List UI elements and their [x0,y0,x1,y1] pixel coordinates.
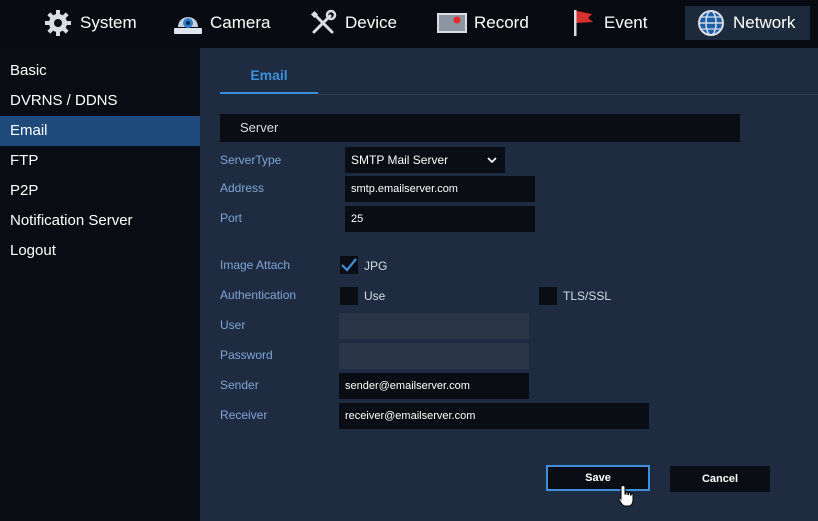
nav-record[interactable]: Record [436,6,529,40]
nav-label-event: Event [604,13,648,32]
cancel-button[interactable]: Cancel [670,466,770,492]
jpg-label: JPG [364,259,388,273]
use-checkbox[interactable] [340,287,358,305]
port-input[interactable] [345,206,535,232]
top-navigation: System Camera Device Record Event Networ… [0,0,818,48]
image-attach-label: Image Attach [220,258,291,272]
tab-divider [318,94,818,95]
sidebar-item-dvrns-ddns[interactable]: DVRNS / DDNS [0,86,200,116]
server-type-label: ServerType [220,153,282,167]
camera-icon [172,7,204,39]
address-label: Address [220,181,265,195]
record-icon [436,7,468,39]
jpg-checkbox[interactable] [340,256,358,274]
sidebar-item-email[interactable]: Email [0,116,200,146]
sender-label: Sender [220,378,259,392]
check-icon [341,258,357,272]
sender-input[interactable] [339,373,529,399]
flag-icon [566,7,598,39]
nav-network[interactable]: Network [685,6,810,40]
section-header-server: Server [220,114,740,142]
nav-label-record: Record [474,13,529,32]
nav-label-system: System [80,13,137,32]
main-panel: Email Server ServerType SMTP Mail Server… [200,48,818,521]
sidebar-item-notification-server[interactable]: Notification Server [0,206,200,236]
nav-device[interactable]: Device [307,6,397,40]
tab-email[interactable]: Email [220,56,318,94]
password-input[interactable] [339,343,529,369]
address-input[interactable] [345,176,535,202]
receiver-input[interactable] [339,403,649,429]
hand-cursor-icon [618,484,636,513]
sidebar-item-basic[interactable]: Basic [0,56,200,86]
nav-camera[interactable]: Camera [172,6,270,40]
nav-label-network: Network [733,13,796,32]
tools-icon [307,7,339,39]
nav-event[interactable]: Event [566,6,647,40]
receiver-label: Receiver [220,408,268,422]
authentication-label: Authentication [220,288,297,302]
user-label: User [220,318,246,332]
tls-ssl-checkbox[interactable] [539,287,557,305]
server-type-value: SMTP Mail Server [351,153,449,167]
nav-system[interactable]: System [42,6,137,40]
sidebar: Basic DVRNS / DDNS Email FTP P2P Notific… [0,48,200,521]
nav-label-camera: Camera [210,13,271,32]
gear-icon [42,7,74,39]
globe-icon [695,7,727,39]
port-label: Port [220,211,243,225]
tls-ssl-label: TLS/SSL [563,289,612,303]
sidebar-item-ftp[interactable]: FTP [0,146,200,176]
password-label: Password [220,348,273,362]
user-input[interactable] [339,313,529,339]
server-type-select[interactable]: SMTP Mail Server [345,147,505,173]
sidebar-item-p2p[interactable]: P2P [0,176,200,206]
nav-label-device: Device [345,13,397,32]
sidebar-item-logout[interactable]: Logout [0,236,200,266]
use-label: Use [364,289,386,303]
